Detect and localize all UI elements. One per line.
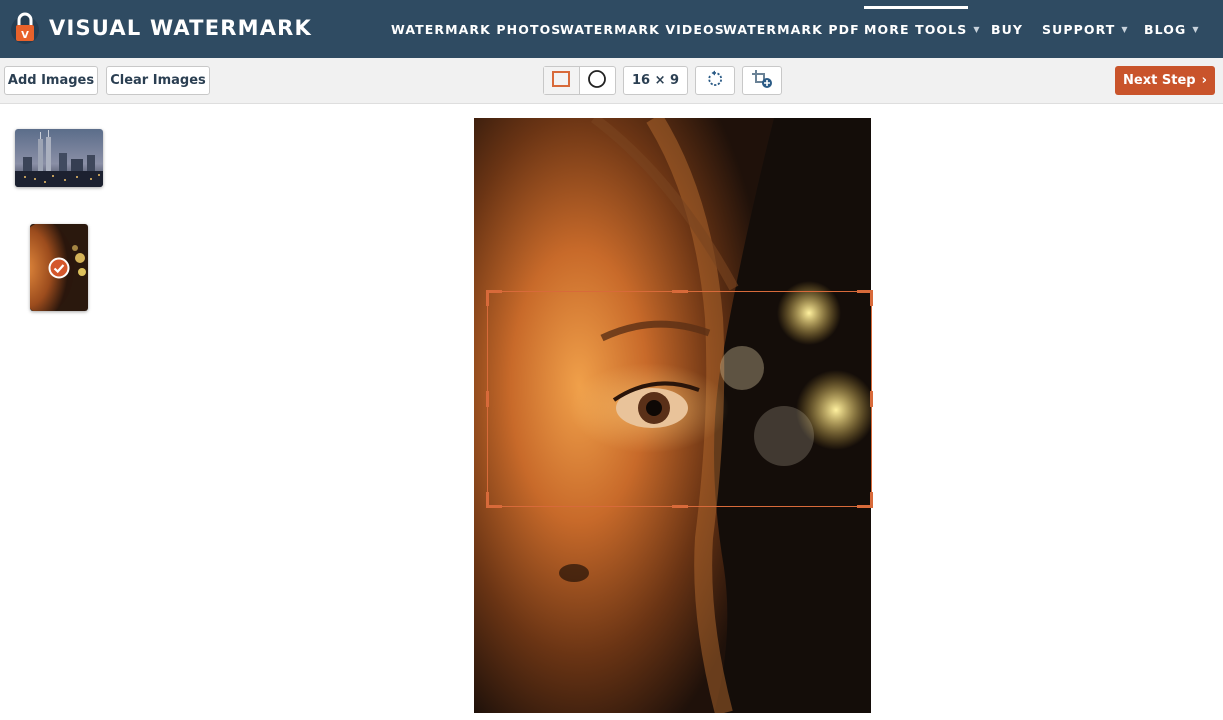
crop-handle-top-left-vertical[interactable] (486, 290, 489, 306)
add-images-button[interactable]: Add Images (4, 66, 98, 95)
chevron-down-icon: ▼ (1192, 24, 1200, 34)
nav-label: SUPPORT (1042, 21, 1116, 37)
nav-watermark-photos[interactable]: WATERMARK PHOTOS (391, 0, 561, 58)
city-skyline-thumbnail[interactable] (15, 129, 103, 187)
circle-shape-button[interactable] (580, 67, 616, 94)
next-step-button[interactable]: Next Step › (1115, 66, 1215, 95)
chevron-down-icon: ▼ (1121, 24, 1129, 34)
editor-toolbar: Add Images Clear Images 16 × 9 Next Step… (0, 58, 1223, 104)
brand-logo[interactable]: V VISUAL WATERMARK (10, 8, 312, 48)
crop-handle-top-middle[interactable] (672, 290, 688, 293)
rectangle-shape-button[interactable] (544, 67, 580, 94)
padlock-logo-icon: V (10, 10, 40, 46)
crop-shape-selector (543, 66, 616, 95)
crop-handle-bottom-middle[interactable] (672, 505, 688, 508)
add-crop-button[interactable] (742, 66, 782, 95)
nav-label: MORE TOOLS (864, 21, 968, 37)
circle-icon (587, 69, 607, 93)
nav-more-tools[interactable]: MORE TOOLS ▼ (864, 0, 981, 58)
rotate-button[interactable] (695, 66, 735, 95)
crop-handle-left-middle[interactable] (486, 391, 489, 407)
square-icon (552, 70, 571, 91)
nav-support[interactable]: SUPPORT ▼ (1042, 0, 1129, 58)
chevron-down-icon: ▼ (973, 24, 981, 34)
chevron-right-icon: › (1201, 73, 1207, 88)
nav-label: WATERMARK VIDEOS (560, 21, 725, 37)
crop-handle-bottom-right-vertical[interactable] (870, 492, 873, 508)
portrait-thumbnail[interactable] (30, 224, 88, 311)
aspect-ratio-button[interactable]: 16 × 9 (623, 66, 688, 95)
crop-handle-top-right-vertical[interactable] (870, 290, 873, 306)
crop-handle-right-middle[interactable] (870, 391, 873, 407)
nav-watermark-pdf[interactable]: WATERMARK PDF (723, 0, 860, 58)
next-step-label: Next Step (1123, 73, 1196, 88)
nav-watermark-videos[interactable]: WATERMARK VIDEOS (560, 0, 725, 58)
nav-label: BUY (991, 21, 1024, 37)
crop-handle-bottom-left-vertical[interactable] (486, 492, 489, 508)
nav-label: BLOG (1144, 21, 1187, 37)
check-circle-icon (48, 257, 70, 279)
clear-images-button[interactable]: Clear Images (106, 66, 210, 95)
logo-letter: V (21, 30, 29, 41)
crop-add-icon (751, 69, 773, 93)
nav-label: WATERMARK PHOTOS (391, 21, 562, 37)
rotate-icon (706, 70, 724, 92)
brand-name: VISUAL WATERMARK (49, 16, 313, 40)
crop-selection-frame[interactable] (486, 290, 873, 508)
nav-buy[interactable]: BUY (991, 0, 1023, 58)
top-navigation-bar: V VISUAL WATERMARK WATERMARK PHOTOS WATE… (0, 0, 1223, 58)
nav-label: WATERMARK PDF (723, 21, 860, 37)
nav-blog[interactable]: BLOG ▼ (1144, 0, 1200, 58)
